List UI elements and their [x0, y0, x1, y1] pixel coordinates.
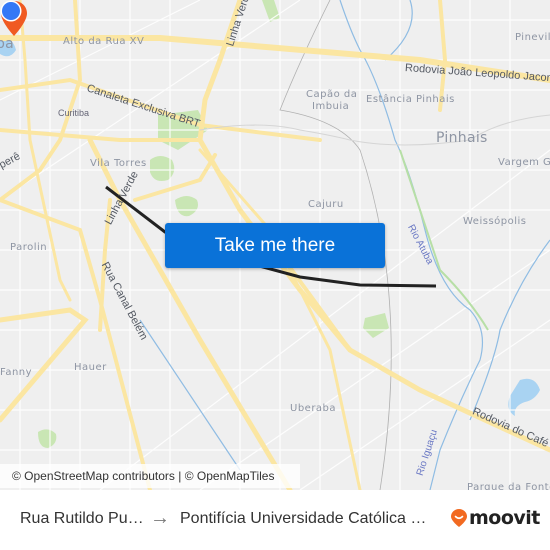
park-area [363, 313, 389, 338]
destination-name: Pontifícia Universidade Católica … [180, 510, 427, 527]
label-curitiba: Curitiba [58, 108, 90, 118]
label-uberaba: Uberaba [290, 403, 337, 414]
map-view[interactable]: Alto da Rua XV Canaleta Exclusiva BRT Cu… [0, 0, 550, 490]
label-weissopolis: Weissópolis [463, 216, 527, 227]
origin-name: Rua Rutildo Pu… [20, 510, 144, 527]
trip-summary-bar: Rua Rutildo Pu… → Pontifícia Universidad… [0, 490, 550, 550]
label-vargem-grande: Vargem Grande [498, 157, 550, 168]
label-vila-torres: Vila Torres [90, 158, 147, 169]
park-area [38, 429, 57, 448]
moovit-wordmark: moovit [469, 507, 540, 529]
label-imbuia: Imbuia [312, 101, 350, 112]
label-estancia-pinhais: Estância Pinhais [366, 94, 455, 105]
label-parque-da-fonte: Parque da Fonte [467, 482, 550, 490]
label-hauer: Hauer [74, 362, 107, 373]
map-attribution[interactable]: © OpenStreetMap contributors | © OpenMap… [0, 464, 300, 488]
label-fanny: Fanny [0, 367, 33, 378]
label-pineville: Pineville [515, 32, 550, 43]
moovit-logo[interactable]: moovit [450, 507, 540, 529]
origin-location-icon[interactable] [0, 0, 22, 22]
label-capao-da: Capão da [306, 89, 358, 100]
moovit-pin-icon [451, 509, 467, 527]
park-area [175, 196, 198, 217]
label-alto-da-rua-xv: Alto da Rua XV [63, 36, 145, 47]
label-cajuru: Cajuru [308, 199, 344, 210]
label-curitiba-fragment: ba [0, 36, 15, 52]
river [384, 0, 413, 61]
take-me-there-button[interactable]: Take me there [165, 223, 385, 268]
arrow-right-icon: → [150, 507, 170, 529]
park-area [150, 156, 175, 181]
label-pinhais: Pinhais [436, 130, 488, 146]
label-parolin: Parolin [10, 242, 48, 253]
